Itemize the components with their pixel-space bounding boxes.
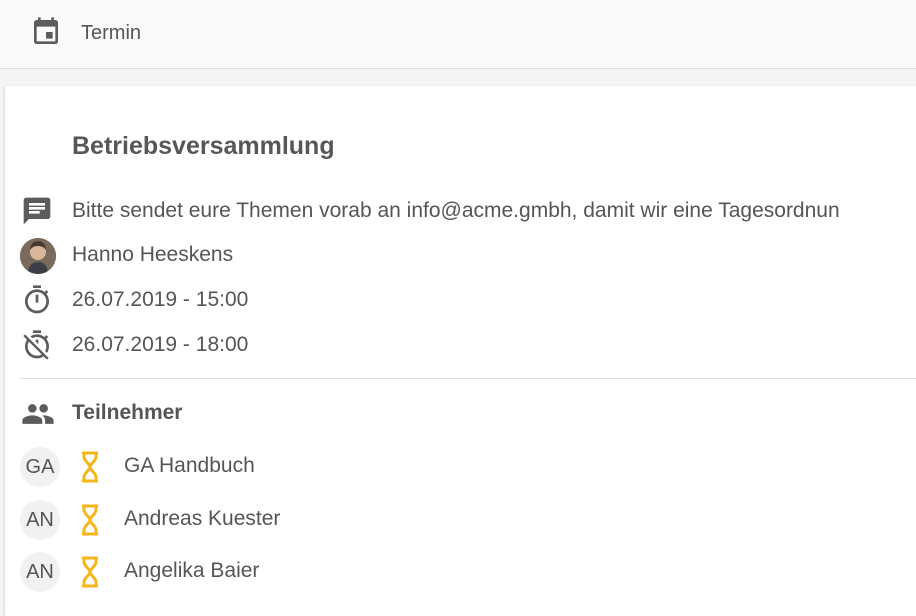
list-item[interactable]: GA GA Handbuch (0, 445, 916, 489)
organizer-name: Hanno Heeskens (72, 243, 234, 266)
calendar-icon (34, 17, 58, 44)
hourglass-icon (82, 451, 98, 483)
initials-badge: AN (20, 552, 60, 592)
participant-name: GA Handbuch (124, 454, 255, 477)
list-item[interactable]: AN Andreas Kuester (0, 498, 916, 542)
end-row: 26.07.2019 - 18:00 (0, 327, 916, 363)
message-icon (23, 197, 51, 225)
participant-name: Angelika Baier (124, 559, 260, 582)
event-title: Betriebsversammlung (72, 132, 335, 160)
divider (20, 378, 916, 379)
people-icon (22, 404, 54, 424)
list-item[interactable]: AN Angelika Baier (0, 550, 916, 594)
timer-off-icon (23, 330, 49, 360)
participants-title: Teilnehmer (72, 401, 183, 424)
initials-badge: GA (20, 447, 60, 487)
start-row: 26.07.2019 - 15:00 (0, 282, 916, 318)
avatar (20, 238, 56, 274)
participant-name: Andreas Kuester (124, 507, 281, 530)
top-bar: Termin (0, 0, 916, 69)
organizer-row: Hanno Heeskens (0, 237, 916, 274)
page-title: Termin (81, 22, 142, 44)
initials-badge: AN (20, 500, 60, 540)
end-datetime: 26.07.2019 - 18:00 (72, 333, 249, 356)
event-description: Bitte sendet eure Themen vorab an info@a… (72, 199, 840, 222)
hourglass-icon (82, 504, 98, 536)
timer-icon (25, 285, 49, 314)
description-row: Bitte sendet eure Themen vorab an info@a… (0, 193, 916, 229)
hourglass-icon (82, 556, 98, 588)
start-datetime: 26.07.2019 - 15:00 (72, 288, 249, 311)
